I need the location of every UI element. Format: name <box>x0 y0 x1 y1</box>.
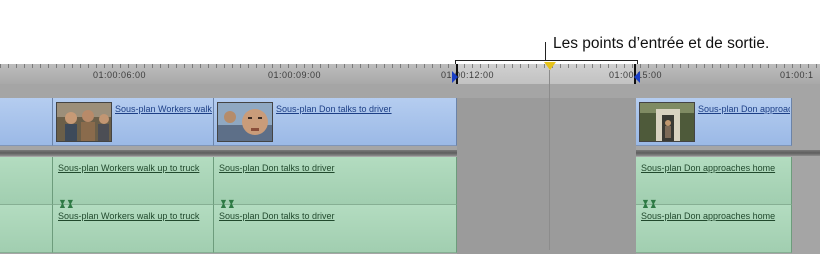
clip-label: Sous-plan Don approaches home <box>641 211 776 221</box>
workers-thumbnail <box>56 102 112 142</box>
clip-label: Sous-plan Don approaches home <box>641 163 776 173</box>
audio-clip-workers[interactable]: ▲▲ Sous-plan Workers walk up to truck <box>53 200 214 253</box>
clip-label: Sous-plan Workers walk up to truck <box>58 163 200 173</box>
timecode-label: 01:00:1 <box>780 70 814 80</box>
callout-leader-line <box>545 42 546 60</box>
gap-between-clips <box>457 98 636 254</box>
stereo-link-icon: ▲▲ <box>58 200 75 210</box>
audio-clip-don-home[interactable]: ▲▲ Sous-plan Don approaches home <box>636 200 792 253</box>
video-clip-don-driver[interactable]: Sous-plan Don talks to driver <box>214 98 457 146</box>
don-thumbnail <box>217 102 273 142</box>
clip-label: Sous-plan Don talks to driver <box>276 104 392 114</box>
timecode-label: 01:00:06:00 <box>93 70 147 80</box>
clip-label: Sous-plan Don talks to driver <box>219 163 335 173</box>
video-clip-prev[interactable] <box>0 98 53 146</box>
audio-clip-workers[interactable]: Sous-plan Workers walk up to truck ▼▼ <box>53 157 214 207</box>
audio-clip-don-home[interactable]: Sous-plan Don approaches home ▼▼ <box>636 157 792 207</box>
clip-label: Sous-plan Workers walk up to truck <box>115 104 212 114</box>
ruler-ticks <box>0 64 820 68</box>
audio-clip-prev[interactable] <box>0 157 53 205</box>
in-point-marker-icon[interactable] <box>452 71 458 83</box>
video-clip-don-home[interactable]: Sous-plan Don approaches home <box>636 98 792 146</box>
clip-label: Sous-plan Don talks to driver <box>219 211 335 221</box>
audio-clip-prev[interactable] <box>0 205 53 253</box>
timecode-label: 01:00:12:00 <box>441 70 495 80</box>
video-clip-workers[interactable]: Sous-plan Workers walk up to truck <box>53 98 214 146</box>
playhead-line <box>549 70 550 250</box>
out-point-marker-icon[interactable] <box>634 71 640 83</box>
timecode-label: 01:00:09:00 <box>268 70 322 80</box>
stereo-link-icon: ▲▲ <box>219 200 236 210</box>
stereo-link-icon: ▲▲ <box>641 200 658 210</box>
in-out-points-callout: Les points d’entrée et de sortie. <box>553 35 770 52</box>
audio-clip-don-driver[interactable]: ▲▲ Sous-plan Don talks to driver <box>214 200 457 253</box>
playhead-icon[interactable] <box>544 62 556 70</box>
clip-label: Sous-plan Don approaches home <box>698 104 790 114</box>
audio-clip-don-driver[interactable]: Sous-plan Don talks to driver ▼▼ <box>214 157 457 207</box>
video-track-empty <box>792 98 820 146</box>
home-thumbnail <box>639 102 695 142</box>
clip-label: Sous-plan Workers walk up to truck <box>58 211 200 221</box>
